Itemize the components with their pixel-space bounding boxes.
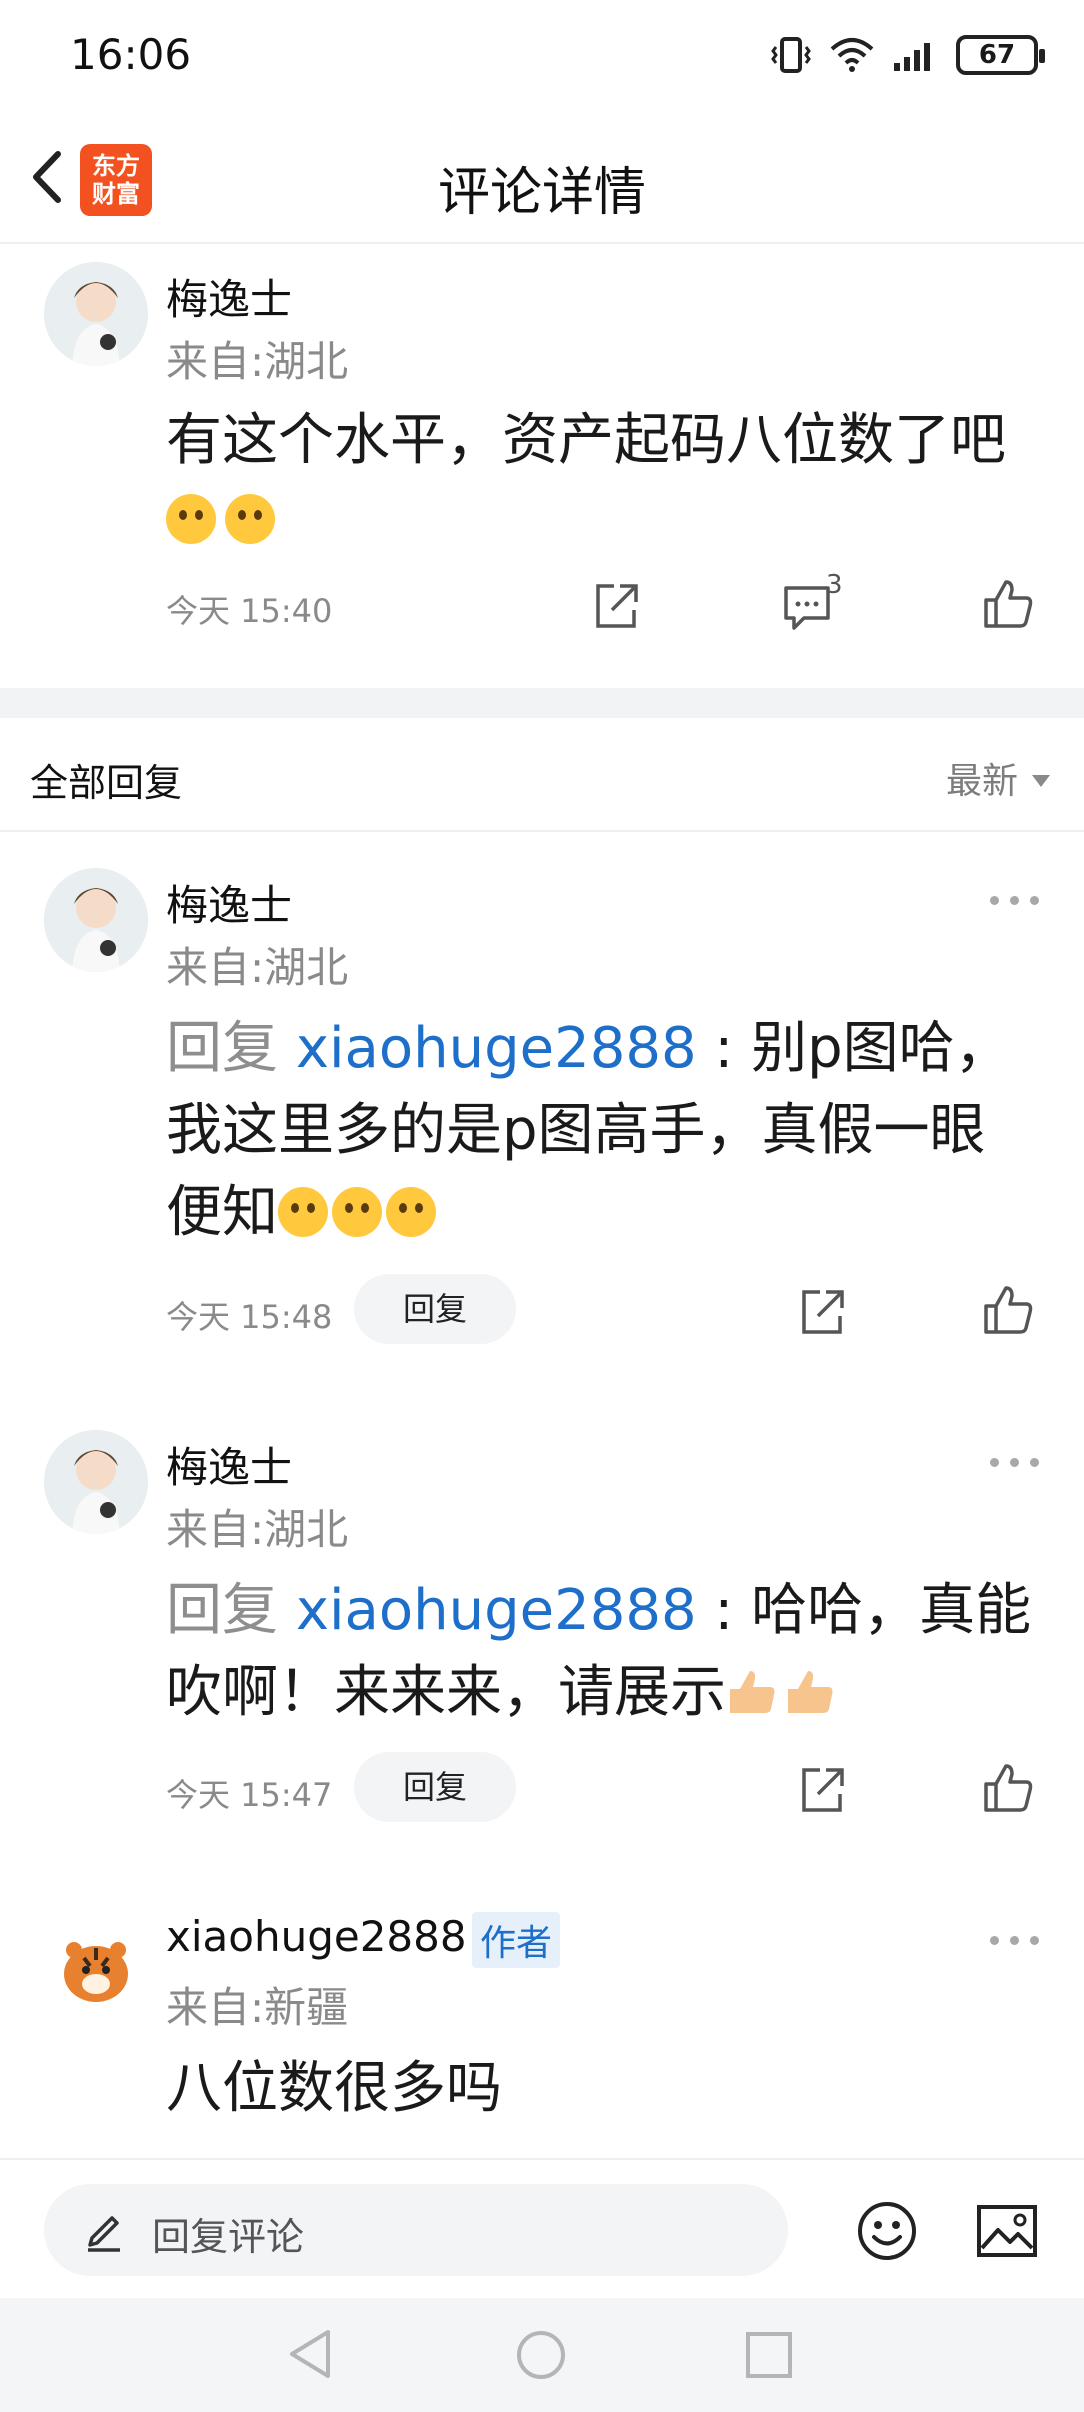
like-icon[interactable]	[980, 1760, 1036, 1816]
battery-indicator: 67	[956, 35, 1045, 75]
hand-over-mouth-emoji	[278, 1187, 328, 1237]
avatar-image	[44, 1430, 148, 1534]
comment-body: 有这个水平，资产起码八位数了吧	[166, 408, 1006, 473]
comment-input-bar: 回复评论	[0, 2158, 1084, 2298]
sort-dropdown[interactable]: 最新	[946, 752, 1050, 804]
wifi-icon	[830, 38, 874, 72]
more-options-icon[interactable]	[990, 1456, 1040, 1468]
comment-username[interactable]: 梅逸士	[166, 266, 292, 327]
share-icon[interactable]	[588, 578, 644, 634]
more-options-icon[interactable]	[990, 894, 1040, 906]
thumbs-up-emoji	[730, 1671, 775, 1713]
reply-timestamp: 今天 15:48	[166, 1298, 333, 1336]
replies-section-header: 全部回复 最新	[0, 718, 1084, 832]
nav-recents-icon[interactable]	[744, 2330, 794, 2380]
reply-text-line: 便知	[166, 1180, 278, 1245]
thumbs-up-emoji	[788, 1671, 833, 1713]
reply-prefix: 回复	[166, 1578, 296, 1643]
reply-text-line: 我这里多的是p图高手，真假一眼	[166, 1098, 986, 1163]
reply-text: 回复 xiaohuge2888 : 别p图哈， 我这里多的是p图高手，真假一眼 …	[166, 1008, 1046, 1254]
reply-count: 3	[826, 570, 843, 600]
reply-button[interactable]: 回复	[354, 1274, 516, 1344]
section-divider	[0, 688, 1084, 718]
image-icon[interactable]	[976, 2204, 1038, 2258]
vibrate-icon	[771, 37, 811, 73]
avatar[interactable]	[44, 1430, 148, 1534]
avatar[interactable]	[44, 1908, 148, 2012]
tiger-avatar-image	[44, 1908, 148, 2012]
top-nav-bar: 东方 财富 评论详情	[0, 112, 1084, 244]
pen-icon	[88, 2216, 120, 2252]
like-icon[interactable]	[980, 1282, 1036, 1338]
status-icons: 67	[770, 30, 1045, 80]
share-icon[interactable]	[794, 1284, 850, 1340]
reply-text: 回复 xiaohuge2888 : 哈哈，真能 吹啊！来来来，请展示	[166, 1570, 1046, 1734]
reply-text: 八位数很多吗	[166, 2056, 502, 2121]
reply-button[interactable]: 回复	[354, 1752, 516, 1822]
reply-location: 来自:湖北	[166, 943, 349, 992]
hand-over-mouth-emoji	[386, 1187, 436, 1237]
reply-timestamp: 今天 15:47	[166, 1776, 333, 1814]
reply-location: 来自:新疆	[166, 1983, 349, 2032]
author-badge: 作者	[472, 1912, 561, 1968]
comment-timestamp: 今天 15:40	[166, 592, 333, 630]
avatar[interactable]	[44, 262, 148, 366]
share-icon[interactable]	[794, 1762, 850, 1818]
system-nav-bar	[0, 2298, 1084, 2412]
reply-input[interactable]: 回复评论	[44, 2184, 788, 2276]
emoji-icon[interactable]	[856, 2200, 918, 2262]
reply-to-user-link[interactable]: xiaohuge2888	[296, 1578, 697, 1643]
status-bar: 16:06 67	[0, 0, 1084, 112]
avatar-image	[44, 868, 148, 972]
reply-username[interactable]: 梅逸士	[166, 872, 292, 933]
reply-username[interactable]: xiaohuge2888	[166, 1912, 467, 1961]
emoji-row	[166, 494, 279, 544]
reply-text-line: : 别p图哈，	[696, 1016, 1011, 1081]
status-time: 16:06	[70, 30, 192, 79]
comment-location: 来自:湖北	[166, 337, 349, 386]
nav-back-icon[interactable]	[284, 2326, 336, 2382]
sort-label: 最新	[945, 761, 1018, 802]
page-title: 评论详情	[437, 163, 646, 223]
flushed-face-emoji	[166, 494, 216, 544]
reply-prefix: 回复	[166, 1016, 296, 1081]
section-title: 全部回复	[30, 761, 183, 805]
nav-home-icon[interactable]	[514, 2328, 568, 2382]
reply-to-user-link[interactable]: xiaohuge2888	[296, 1016, 697, 1081]
hand-over-mouth-emoji	[332, 1187, 382, 1237]
reply-text-line: 吹啊！来来来，请展示	[166, 1660, 726, 1725]
flushed-face-emoji	[225, 494, 276, 544]
reply-username[interactable]: 梅逸士	[166, 1434, 292, 1495]
reply-location: 来自:湖北	[166, 1505, 349, 1554]
comment-text: 有这个水平，资产起码八位数了吧	[166, 400, 1046, 482]
input-placeholder: 回复评论	[152, 2215, 305, 2259]
like-icon[interactable]	[980, 576, 1036, 632]
reply-text-line: : 哈哈，真能	[696, 1578, 1032, 1643]
avatar-image	[44, 262, 148, 366]
more-options-icon[interactable]	[990, 1934, 1040, 1946]
avatar[interactable]	[44, 868, 148, 972]
caret-down-icon	[1032, 775, 1050, 787]
signal-icon	[894, 43, 930, 71]
